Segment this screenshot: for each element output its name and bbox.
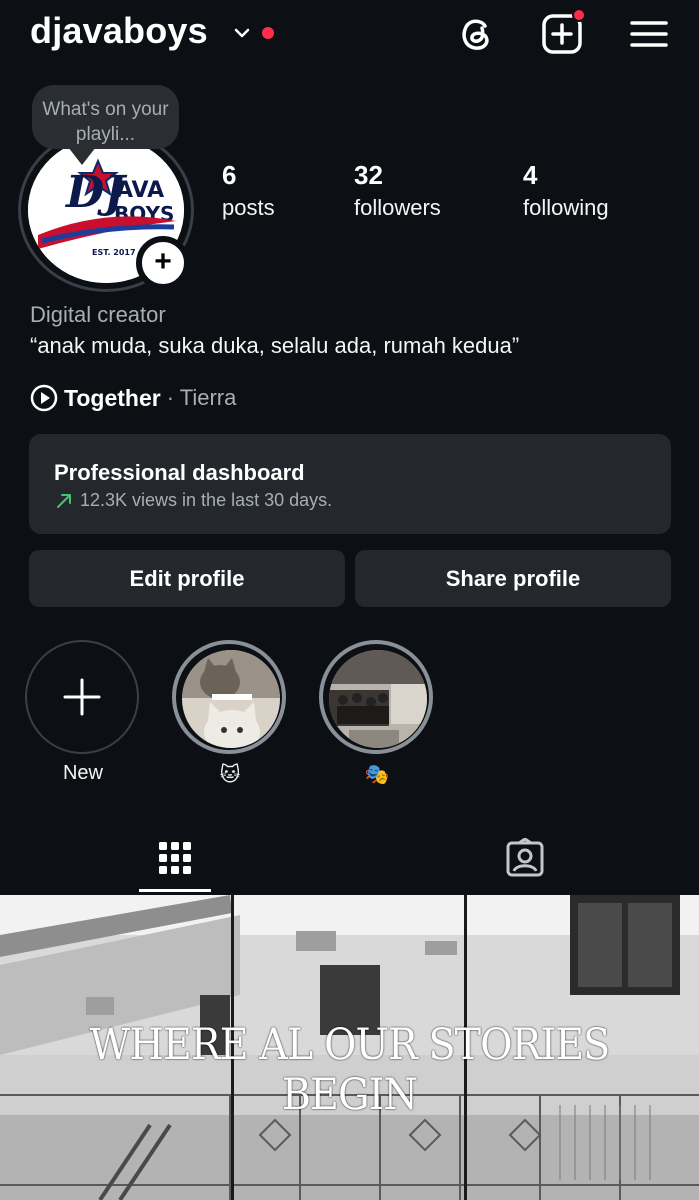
stat-label: followers xyxy=(354,195,441,220)
dashboard-subtitle: 12.3K views in the last 30 days. xyxy=(54,490,332,511)
stat-followers[interactable]: 32 followers xyxy=(354,160,441,221)
stat-posts[interactable]: 6 posts xyxy=(222,160,275,221)
trend-up-icon xyxy=(57,493,71,508)
highlight-cover-image xyxy=(182,650,280,748)
top-bar: djavaboys xyxy=(0,0,699,70)
tagged-icon xyxy=(506,837,543,876)
highlight-new[interactable]: New xyxy=(25,640,141,785)
svg-text:EST. 2017: EST. 2017 xyxy=(92,248,136,257)
song-title: Together xyxy=(64,384,161,411)
svg-text:AVA: AVA xyxy=(116,178,164,203)
grid-icon xyxy=(158,841,191,874)
stat-label: following xyxy=(523,195,609,220)
profile-category: Digital creator xyxy=(30,302,166,327)
tab-tagged[interactable] xyxy=(350,820,699,895)
stat-number: 6 xyxy=(222,160,237,190)
profile-music[interactable]: Together · Tierra xyxy=(30,383,236,413)
notification-dot xyxy=(572,8,586,22)
highlight-circle xyxy=(25,640,139,754)
note-bubble[interactable]: What's on your playli... xyxy=(32,85,179,165)
new-post-icon[interactable] xyxy=(540,8,586,56)
dashboard-title: Professional dashboard xyxy=(54,460,305,485)
stat-number: 4 xyxy=(523,160,538,190)
stat-label: posts xyxy=(222,195,275,220)
highlight-cat[interactable]: 🐱 xyxy=(172,640,288,787)
professional-dashboard[interactable]: Professional dashboard 12.3K views in th… xyxy=(29,434,671,534)
highlight-masks[interactable]: 🎭 xyxy=(319,640,435,787)
chevron-down-icon[interactable] xyxy=(233,24,251,42)
edit-profile-button[interactable]: Edit profile xyxy=(29,550,345,607)
threads-icon[interactable] xyxy=(455,12,499,56)
notification-dot xyxy=(262,27,274,39)
tab-posts-grid[interactable] xyxy=(0,820,349,895)
posts-grid: WHERE AL OUR STORIES BEGIN xyxy=(0,895,699,1200)
share-profile-button[interactable]: Share profile xyxy=(355,550,671,607)
play-circle-icon xyxy=(30,384,58,412)
highlight-circle xyxy=(319,640,433,754)
highlight-label: 🐱 xyxy=(219,764,241,786)
highlight-circle xyxy=(172,640,286,754)
profile-bio: “anak muda, suka duka, selalu ada, rumah… xyxy=(30,333,520,358)
stat-following[interactable]: 4 following xyxy=(523,160,609,221)
username-switcher[interactable]: djavaboys xyxy=(30,10,208,52)
profile-tabs xyxy=(0,820,699,895)
highlight-label: 🎭 xyxy=(364,764,390,786)
song-artist: · Tierra xyxy=(166,385,237,410)
highlight-cover-image xyxy=(329,650,427,748)
plus-icon xyxy=(63,678,101,716)
post-banner-text: WHERE AL OUR STORIES BEGIN xyxy=(89,1020,611,1120)
hamburger-menu-icon[interactable] xyxy=(627,12,671,56)
active-tab-indicator xyxy=(139,889,211,892)
highlight-label: New xyxy=(62,762,103,784)
add-story-button[interactable]: + xyxy=(136,236,190,290)
stat-number: 32 xyxy=(354,160,383,190)
plus-icon: + xyxy=(154,245,172,278)
note-text: What's on your playli... xyxy=(42,99,169,145)
dashboard-views-text: 12.3K views in the last 30 days. xyxy=(80,490,333,510)
